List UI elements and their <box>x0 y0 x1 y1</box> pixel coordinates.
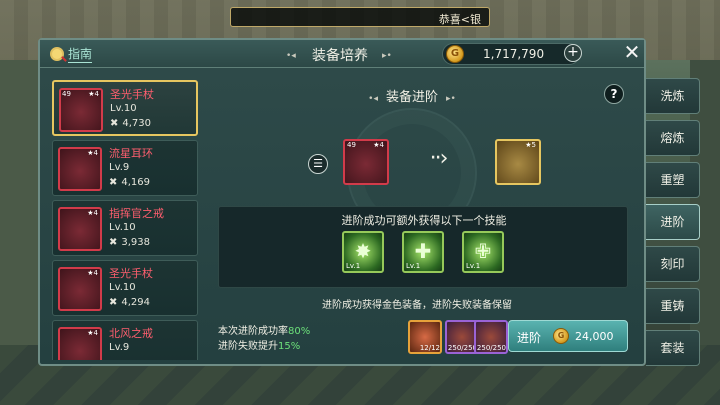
title-right-ornament-icon: ▸• <box>382 51 392 61</box>
earring-icon: ★4 <box>58 147 102 191</box>
equipment-item[interactable]: ★4 北风之戒 Lv.9 <box>52 320 198 360</box>
guide-button[interactable]: 指南 <box>50 44 93 64</box>
source-equipment-slot[interactable]: 49 ★4 <box>343 139 389 185</box>
crossed-swords-icon: ✖ <box>109 177 118 188</box>
ring-icon: ★4 <box>58 207 102 251</box>
tab-recast[interactable]: 重铸 <box>646 288 700 324</box>
tab-reshape[interactable]: 重塑 <box>646 162 700 198</box>
item-level: Lv.10 <box>109 222 136 233</box>
item-star-count: ★4 <box>88 90 99 98</box>
list-menu-button[interactable]: ☰ <box>308 154 328 174</box>
material-slot[interactable]: 12/12 <box>408 320 442 354</box>
magnifier-icon <box>50 47 64 61</box>
advance-rates: 本次进阶成功率80% 进阶失败提升15% <box>218 324 310 354</box>
item-level: Lv.10 <box>110 103 137 114</box>
equipment-item[interactable]: ★4 指挥官之戒 Lv.10 ✖ 3,938 <box>52 200 198 256</box>
equipment-panel: 指南 •◂ 装备培养 ▸• G 1,717,790 + ✕ 49 ★4 圣光手杖… <box>38 38 646 366</box>
success-rate-line: 本次进阶成功率80% <box>218 326 311 337</box>
item-name: 北风之戒 <box>109 327 153 340</box>
material-count: 12/12 <box>419 344 440 352</box>
item-star-count: ★4 <box>87 269 98 277</box>
material-slot[interactable]: 250/250 <box>474 320 508 354</box>
section-title: •◂ 装备进阶 ▸• <box>368 90 456 105</box>
close-button[interactable]: ✕ <box>622 42 642 63</box>
burst-skill-icon: ✸ <box>354 239 372 263</box>
revive-skill-icon: ✙ <box>474 239 492 263</box>
tab-smelt[interactable]: 熔炼 <box>646 120 700 156</box>
side-tabs: 洗炼 熔炼 重塑 进阶 刻印 重铸 套装 <box>646 78 704 372</box>
tab-advance[interactable]: 进阶 <box>646 204 700 240</box>
fail-bonus-line: 进阶失败提升15% <box>218 341 301 352</box>
item-name: 指挥官之戒 <box>109 207 164 220</box>
item-star-count: ★4 <box>87 209 98 217</box>
skill-slot[interactable]: ✸ Lv.1 <box>342 231 384 273</box>
crossed-swords-icon: ✖ <box>109 237 118 248</box>
item-level: Lv.9 <box>109 162 130 173</box>
advance-button-label: 进阶 <box>517 331 542 345</box>
skill-level: Lv.1 <box>406 262 421 270</box>
gold-amount: 1,717,790 <box>483 47 545 61</box>
tab-engrave[interactable]: 刻印 <box>646 246 700 282</box>
equipment-list[interactable]: 49 ★4 圣光手杖 Lv.10 ✖ 4,730 ★4 流星耳环 Lv.9 ✖ 4,… <box>52 80 200 360</box>
equipment-item[interactable]: 49 ★4 圣光手杖 Lv.10 ✖ 4,730 <box>52 80 198 136</box>
item-level: Lv.9 <box>109 342 130 353</box>
material-count: 250/250 <box>476 344 506 352</box>
crossed-swords-icon: ✖ <box>109 297 118 308</box>
left-ornament-icon: •◂ <box>368 94 378 104</box>
crossed-swords-icon: ✖ <box>110 118 119 129</box>
heal-skill-icon: ✚ <box>414 239 432 263</box>
result-star-count: ★5 <box>525 141 536 149</box>
result-equipment-slot[interactable]: ★5 <box>495 139 541 185</box>
item-name: 流星耳环 <box>109 147 153 160</box>
skill-caption: 进阶成功可额外获得以下一个技能 <box>341 214 507 227</box>
item-tag-level: 49 <box>62 90 71 98</box>
item-power: ✖ 4,169 <box>109 177 151 188</box>
source-star-count: ★4 <box>373 141 384 149</box>
staff-icon: ★4 <box>58 267 102 311</box>
gold-balance: G 1,717,790 <box>442 43 580 65</box>
skill-level: Lv.1 <box>466 262 481 270</box>
equipment-item[interactable]: ★4 圣光手杖 Lv.10 ✖ 4,294 <box>52 260 198 316</box>
item-power: ✖ 3,938 <box>109 237 151 248</box>
ring-icon: ★4 <box>58 327 102 360</box>
advance-button[interactable]: 进阶 G 24,000 <box>508 320 628 352</box>
bonus-skill-box: 进阶成功可额外获得以下一个技能 ✸ Lv.1 ✚ Lv.1 ✙ Lv.1 <box>218 206 628 288</box>
gold-coin-icon: G <box>446 45 464 63</box>
staff-icon: 49 ★4 <box>59 88 103 132</box>
source-tag-level: 49 <box>347 141 356 149</box>
upgrade-arrow-icon: ··› <box>429 146 449 171</box>
skill-slot[interactable]: ✚ Lv.1 <box>402 231 444 273</box>
item-name: 圣光手杖 <box>110 88 154 101</box>
skill-slot[interactable]: ✙ Lv.1 <box>462 231 504 273</box>
item-name: 圣光手杖 <box>109 267 153 280</box>
help-button[interactable]: ? <box>604 84 624 104</box>
panel-header: 指南 •◂ 装备培养 ▸• G 1,717,790 + ✕ <box>40 40 644 68</box>
equipment-item[interactable]: ★4 流星耳环 Lv.9 ✖ 4,169 <box>52 140 198 196</box>
tab-set[interactable]: 套装 <box>646 330 700 366</box>
skill-level: Lv.1 <box>346 262 361 270</box>
item-power: ✖ 4,294 <box>109 297 151 308</box>
add-gold-button[interactable]: + <box>564 44 582 62</box>
right-ornament-icon: ▸• <box>446 94 456 104</box>
item-level: Lv.10 <box>109 282 136 293</box>
item-star-count: ★4 <box>87 329 98 337</box>
advance-section: •◂ 装备进阶 ▸• ? ☰ 49 ★4 ··› ★5 进阶成功可额外获得以下一个技… <box>212 78 642 363</box>
advance-cost: 24,000 <box>575 330 614 343</box>
guide-label: 指南 <box>68 47 93 63</box>
gold-coin-icon: G <box>553 328 569 344</box>
item-power: ✖ 4,730 <box>110 118 152 129</box>
tab-refine[interactable]: 洗炼 <box>646 78 700 114</box>
advance-note: 进阶成功获得金色装备，进阶失败装备保留 <box>322 300 512 311</box>
item-star-count: ★4 <box>87 149 98 157</box>
broadcast-ticker: 恭喜<银 <box>230 7 490 27</box>
